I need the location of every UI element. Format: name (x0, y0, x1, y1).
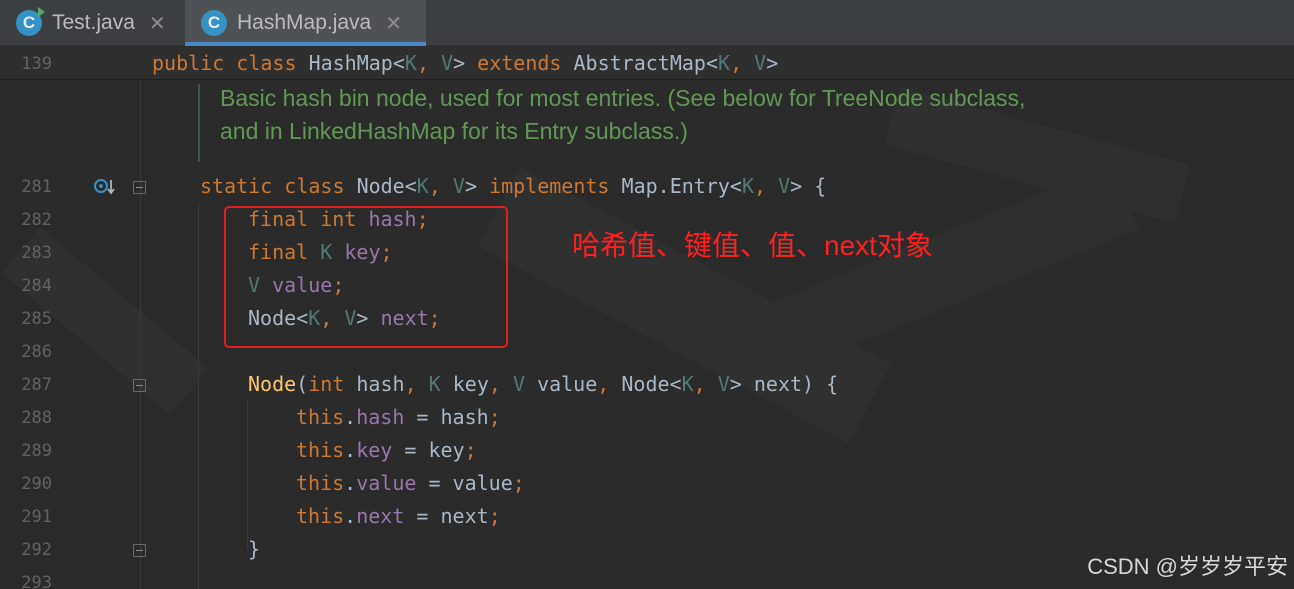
java-class-icon: C (201, 10, 227, 36)
doc-comment-line: Basic hash bin node, used for most entri… (220, 85, 1026, 111)
tab-hashmap-java[interactable]: C HashMap.java ✕ (185, 0, 426, 46)
gutter-divider (140, 47, 141, 589)
highlight-box (224, 206, 508, 348)
fold-toggle-icon[interactable] (133, 379, 146, 392)
code-line-289: this.key = key; (296, 438, 477, 462)
sticky-class-header[interactable]: 139 public class HashMap<K, V> extends A… (0, 47, 1294, 80)
annotation-label: 哈希值、键值、值、next对象 (572, 230, 933, 261)
java-class-icon: C (16, 7, 45, 36)
line-number: 287 (21, 375, 52, 395)
sticky-code-line: public class HashMap<K, V> extends Abstr… (152, 51, 779, 75)
code-editor[interactable]: 139 public class HashMap<K, V> extends A… (0, 47, 1294, 589)
tab-label: Test.java (52, 11, 135, 34)
line-number: 290 (21, 474, 52, 494)
code-line-291: this.next = next; (296, 504, 501, 528)
code-line-288: this.hash = hash; (296, 405, 501, 429)
implemented-method-icon[interactable] (94, 177, 116, 197)
tab-test-java[interactable]: C Test.java ✕ (0, 0, 184, 46)
line-number: 281 (21, 177, 52, 197)
line-number: 292 (21, 540, 52, 560)
indent-guide (247, 400, 248, 550)
line-number: 139 (21, 54, 52, 74)
code-line-292: } (248, 537, 261, 561)
watermark: CSDN @岁岁岁平安 (1087, 554, 1288, 579)
doc-comment-bar (198, 84, 200, 162)
tab-label: HashMap.java (237, 11, 372, 34)
indent-guide (198, 202, 199, 589)
doc-comment-line: and in LinkedHashMap for its Entry subcl… (220, 118, 688, 144)
code-line-290: this.value = value; (296, 471, 525, 495)
editor-tab-bar: C Test.java ✕ C HashMap.java ✕ (0, 0, 1294, 46)
close-tab-icon[interactable]: ✕ (385, 11, 402, 36)
fold-toggle-icon[interactable] (133, 181, 146, 194)
line-number: 282 (21, 210, 52, 230)
close-tab-icon[interactable]: ✕ (149, 11, 166, 36)
fold-toggle-icon[interactable] (133, 544, 146, 557)
code-line-287: Node(int hash, K key, V value, Node<K, V… (248, 372, 839, 396)
line-number: 288 (21, 408, 52, 428)
line-number: 284 (21, 276, 52, 296)
line-number: 291 (21, 507, 52, 527)
line-number: 286 (21, 342, 52, 362)
line-number: 285 (21, 309, 52, 329)
line-number: 289 (21, 441, 52, 461)
line-number: 293 (21, 573, 52, 589)
line-number: 283 (21, 243, 52, 263)
code-line-281: static class Node<K, V> implements Map.E… (200, 174, 827, 198)
